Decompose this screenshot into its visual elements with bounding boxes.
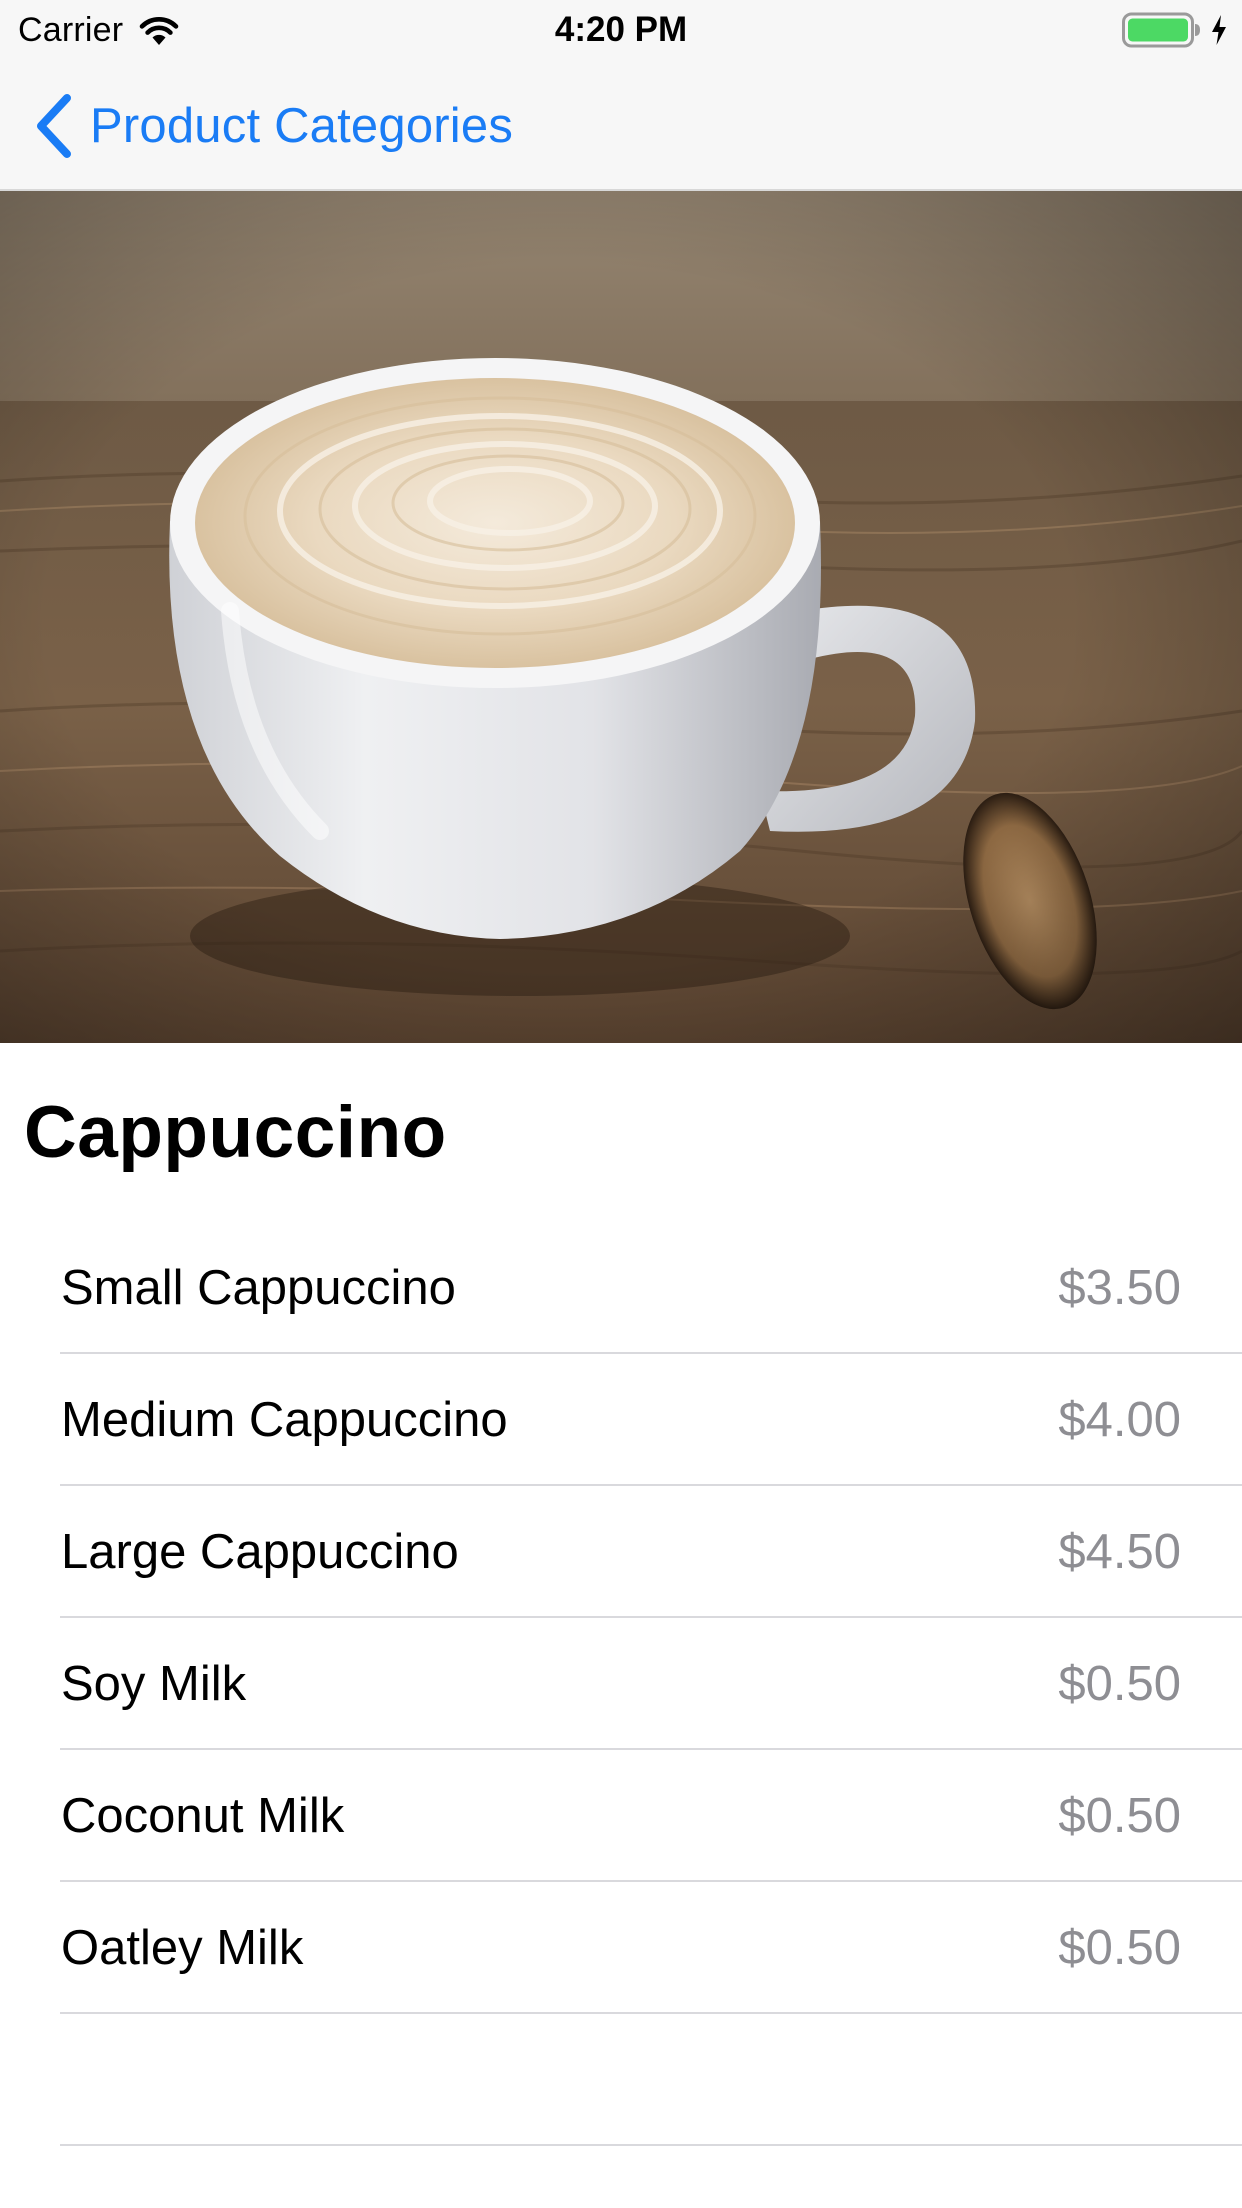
- navigation-bar: Product Categories: [0, 60, 1242, 191]
- item-price: $3.50: [1058, 1261, 1181, 1315]
- status-bar: Carrier 4:20 PM: [0, 0, 1242, 60]
- item-name: Soy Milk: [61, 1657, 247, 1711]
- item-name: Oatley Milk: [61, 1921, 304, 1975]
- charging-bolt-icon: [1210, 14, 1228, 46]
- item-name: Medium Cappuccino: [61, 1393, 508, 1447]
- status-time: 4:20 PM: [554, 10, 688, 49]
- price-row-large-cappuccino[interactable]: Large Cappuccino $4.50: [0, 1486, 1242, 1618]
- back-button[interactable]: Product Categories: [34, 60, 513, 191]
- price-list: Small Cappuccino $3.50 Medium Cappuccino…: [0, 1222, 1242, 2146]
- item-price: $4.00: [1058, 1393, 1181, 1447]
- price-row-oatley-milk[interactable]: Oatley Milk $0.50: [0, 1882, 1242, 2014]
- price-row-coconut-milk[interactable]: Coconut Milk $0.50: [0, 1750, 1242, 1882]
- item-name: Coconut Milk: [61, 1789, 345, 1843]
- back-button-label: Product Categories: [90, 98, 514, 153]
- cappuccino-photo: [0, 191, 1242, 1043]
- chevron-left-icon: [34, 93, 74, 158]
- item-price: $0.50: [1058, 1789, 1181, 1843]
- item-price: $0.50: [1058, 1657, 1181, 1711]
- price-row-soy-milk[interactable]: Soy Milk $0.50: [0, 1618, 1242, 1750]
- price-row-medium-cappuccino[interactable]: Medium Cappuccino $4.00: [0, 1354, 1242, 1486]
- item-name: Large Cappuccino: [61, 1525, 459, 1579]
- battery-icon: [1122, 12, 1202, 48]
- price-row-small-cappuccino[interactable]: Small Cappuccino $3.50: [0, 1222, 1242, 1354]
- empty-table-row: [0, 2014, 1242, 2146]
- item-name: Small Cappuccino: [61, 1261, 456, 1315]
- item-price: $0.50: [1058, 1921, 1181, 1975]
- product-title: Cappuccino: [24, 1092, 447, 1173]
- status-right: [1122, 10, 1228, 50]
- item-price: $4.50: [1058, 1525, 1181, 1579]
